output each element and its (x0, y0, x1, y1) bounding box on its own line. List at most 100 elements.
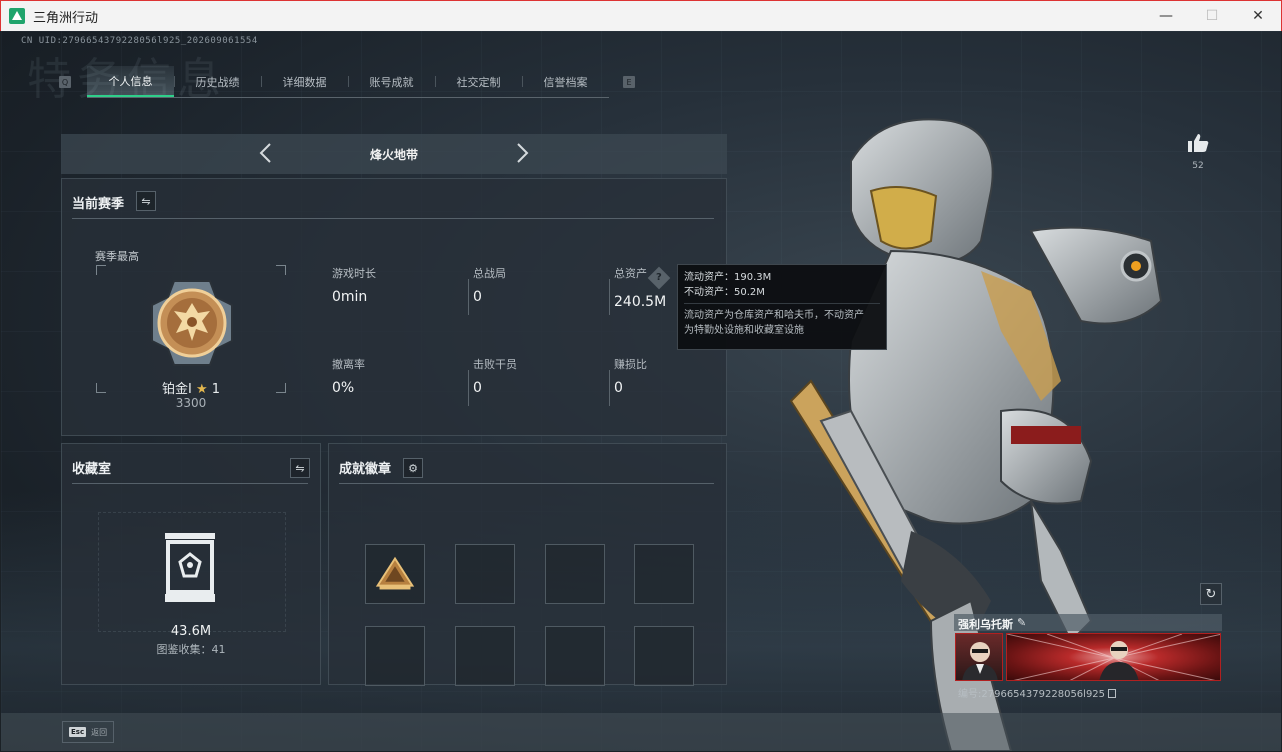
tab-social[interactable]: 社交定制 (435, 66, 522, 97)
tooltip-divider (684, 303, 880, 304)
tab-list: 个人信息 历史战绩 详细数据 账号成就 社交定制 信誉档案 (87, 66, 609, 98)
collection-divider (72, 483, 308, 484)
platinum-rank-badge-icon (151, 280, 233, 366)
rank-name: 铂金Ⅰ ★ 1 (62, 378, 320, 397)
collection-panel[interactable]: 收藏室 ⇋ 43.6M 图鉴收集：41 (61, 443, 321, 685)
edit-pencil-icon[interactable]: ✎ (1017, 616, 1026, 629)
badge-slot[interactable] (455, 544, 515, 604)
stat-value: 0min (332, 289, 368, 305)
uid-line: CN UID:2796654379228056l925_202609061554 (21, 36, 258, 46)
player-id: 编号:2796654379228056l925 (958, 685, 1117, 700)
badge-slot[interactable] (545, 544, 605, 604)
stat-label-text: 总资产 (614, 267, 647, 280)
stat-label: 撤离率 (332, 358, 365, 371)
back-label: 返回 (91, 727, 108, 737)
tab-next-key-icon[interactable]: E (623, 76, 635, 88)
esc-key-icon: Esc (69, 727, 87, 737)
tab-history[interactable]: 历史战绩 (174, 66, 261, 97)
refresh-icon[interactable]: ↻ (1200, 583, 1222, 605)
like-count: 52 (1192, 161, 1204, 171)
tooltip-description-line: 为特勤处设施和收藏室设施 (684, 325, 804, 336)
player-card-header: 强利乌托斯 ✎ (954, 614, 1222, 631)
badge-slot[interactable] (365, 544, 425, 604)
current-season-panel: 当前赛季 ⇋ 赛季最高 铂金Ⅰ ★ 1 3300 游戏时长 0min 总战局 0 (61, 178, 727, 436)
banner-art-icon (1007, 634, 1220, 680)
badge-slot[interactable] (634, 544, 694, 604)
thumbs-up-icon[interactable] (1187, 133, 1209, 153)
maximize-button[interactable]: ☐ (1189, 1, 1235, 31)
collection-value: 43.6M (170, 624, 212, 639)
stat-divider (468, 279, 469, 315)
window-title: 三角洲行动 (33, 10, 99, 26)
stat-value: 0 (614, 380, 623, 396)
star-icon: ★ (195, 382, 208, 397)
help-question-icon[interactable]: ? (647, 266, 671, 290)
game-viewport: 特务信息 CN UID:2796654379228056l925_2026090… (1, 31, 1281, 751)
minimize-button[interactable]: — (1143, 1, 1189, 31)
stat-value: 0% (332, 380, 355, 396)
rank-level-text: 1 (211, 382, 221, 397)
copy-icon[interactable] (1108, 689, 1117, 698)
window-titlebar: 三角洲行动 — ☐ ✕ (0, 0, 1282, 31)
frame-corner (276, 265, 286, 275)
collection-count: 图鉴收集：41 (156, 643, 226, 656)
tooltip-description-line: 流动资产为仓库资产和哈夫币，不动资产 (684, 310, 864, 321)
badge-slot[interactable] (455, 626, 515, 686)
mode-selector: 烽火地带 (61, 134, 727, 174)
tab-prev-key-icon[interactable]: Q (59, 76, 71, 88)
stat-label: 击败干员 (473, 358, 517, 371)
collection-swap-icon[interactable]: ⇋ (290, 458, 310, 478)
tab-personal-info[interactable]: 个人信息 (87, 66, 174, 97)
stat-extraction-rate: 撤离率 0% (332, 356, 365, 396)
tab-detailed-data[interactable]: 详细数据 (261, 66, 348, 97)
stat-total-assets: 总资产? 240.5M (614, 265, 671, 310)
pyramid-badge-icon (375, 556, 415, 590)
stat-divider (609, 370, 610, 406)
stat-value: 0 (473, 380, 482, 396)
assets-tooltip: 流动资产：190.3M 不动资产：50.2M 流动资产为仓库资产和哈夫币，不动资… (677, 264, 887, 350)
collection-title: 收藏室 (72, 462, 112, 477)
stat-label: 赚损比 (614, 358, 647, 371)
season-title: 当前赛季 (72, 197, 125, 212)
window-controls: — ☐ ✕ (1143, 1, 1281, 31)
display-case-icon (165, 533, 215, 602)
player-portrait-icon (962, 642, 998, 680)
avatar[interactable] (955, 633, 1003, 681)
close-button[interactable]: ✕ (1235, 1, 1281, 31)
badge-slot[interactable] (365, 626, 425, 686)
stat-divider (609, 279, 610, 315)
season-swap-icon[interactable]: ⇋ (136, 191, 156, 211)
rank-tier-text: 铂金Ⅰ (161, 382, 192, 397)
rank-score: 3300 (175, 396, 207, 410)
stat-value: 240.5M (614, 294, 667, 310)
app-logo-icon (9, 8, 25, 24)
achievement-badges-panel: 成就徽章 ⚙ (328, 443, 727, 686)
bottom-bar (1, 713, 1281, 751)
player-id-text: 编号:2796654379228056l925 (958, 689, 1106, 700)
mode-name: 烽火地带 (369, 147, 418, 162)
mode-prev-arrow-icon[interactable] (256, 142, 278, 164)
stat-label: 游戏时长 (332, 267, 376, 280)
tooltip-liquid-assets: 流动资产：190.3M (684, 272, 772, 283)
stat-value: 0 (473, 289, 482, 305)
back-button[interactable]: Esc 返回 (62, 721, 114, 743)
player-card: 强利乌托斯 ✎ 编号:2796654379228056l925 (954, 614, 1222, 716)
stat-total-matches: 总战局 0 (473, 265, 506, 305)
achievements-title: 成就徽章 (339, 462, 392, 477)
mode-next-arrow-icon[interactable] (510, 142, 532, 164)
tab-reputation[interactable]: 信誉档案 (522, 66, 609, 97)
season-divider (72, 218, 714, 219)
badge-slot[interactable] (634, 626, 694, 686)
stat-label: 总资产? (614, 265, 671, 290)
tab-achievements[interactable]: 账号成就 (348, 66, 435, 97)
tooltip-fixed-assets: 不动资产：50.2M (684, 287, 765, 298)
player-banner[interactable] (1006, 633, 1221, 681)
stat-profit-loss-ratio: 赚损比 0 (614, 356, 647, 396)
stat-divider (468, 370, 469, 406)
main-tabbar: Q 个人信息 历史战绩 详细数据 账号成就 社交定制 信誉档案 E (59, 66, 635, 98)
stat-play-time: 游戏时长 0min (332, 265, 376, 305)
player-name: 强利乌托斯 (958, 618, 1013, 631)
like-widget[interactable]: 52 (1183, 133, 1213, 171)
achievements-settings-gear-icon[interactable]: ⚙ (403, 458, 423, 478)
badge-slot[interactable] (545, 626, 605, 686)
